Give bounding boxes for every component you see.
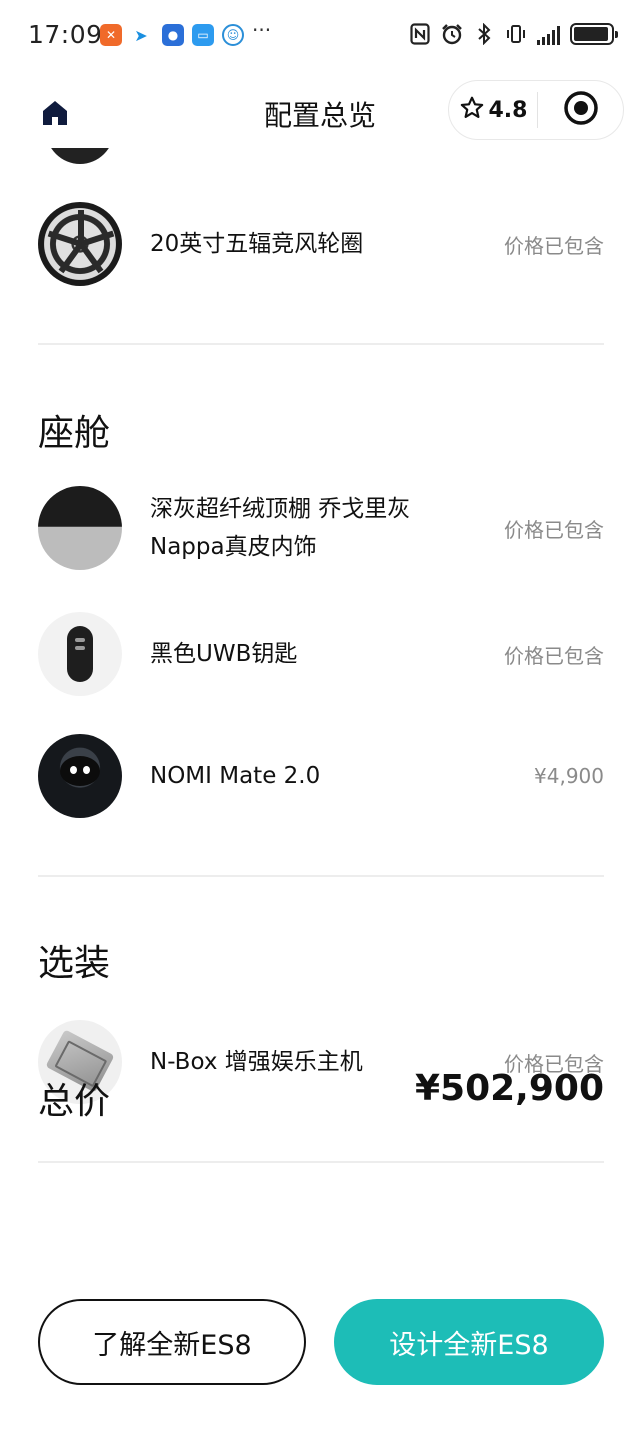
- key-thumbnail: [38, 612, 122, 696]
- close-capsule-button[interactable]: [538, 81, 623, 139]
- section-divider: [38, 343, 604, 345]
- target-icon: [563, 90, 599, 130]
- app-orange-icon: ✕: [100, 24, 122, 46]
- item-name: 深灰超纤绒顶棚 乔戈里灰Nappa真皮内饰: [150, 496, 411, 560]
- status-time: 17:09: [28, 20, 103, 49]
- vibrate-icon: [505, 22, 527, 46]
- chat-bubble-icon: ▭: [192, 24, 214, 46]
- bluetooth-icon: [473, 22, 495, 46]
- mini-program-capsule: 4.8: [448, 80, 624, 140]
- battery-icon: [570, 23, 618, 45]
- item-name: 黑色UWB钥匙: [150, 641, 298, 667]
- app-face-icon: ☺: [222, 24, 244, 46]
- star-icon: [459, 95, 485, 125]
- learn-es8-button[interactable]: 了解全新ES8: [38, 1299, 306, 1385]
- section-title-options: 选装: [38, 943, 111, 984]
- previous-item-thumbnail: [46, 148, 114, 164]
- item-price: 价格已包含: [504, 233, 604, 258]
- item-price: 价格已包含: [504, 643, 604, 668]
- signal-icon: [537, 23, 560, 45]
- rating-value: 4.8: [488, 97, 528, 123]
- item-price: 价格已包含: [504, 517, 604, 542]
- app-blue-circle-icon: ●: [162, 24, 184, 46]
- alarm-icon: [441, 22, 463, 46]
- design-es8-button[interactable]: 设计全新ES8: [334, 1299, 604, 1385]
- header: 配置总览 4.8: [0, 72, 640, 148]
- list-item-interior: 深灰超纤绒顶棚 乔戈里灰Nappa真皮内饰 价格已包含: [38, 486, 604, 570]
- list-item-nomi: NOMI Mate 2.0 ¥4,900: [38, 734, 604, 818]
- nomi-thumbnail: [38, 734, 122, 818]
- battery-level: [574, 27, 609, 41]
- wheel-thumbnail: [38, 202, 122, 286]
- nfc-icon: [409, 22, 431, 46]
- section-divider: [38, 875, 604, 877]
- item-name: 20英寸五辐竞风轮圈: [150, 231, 364, 257]
- status-right: [409, 22, 618, 46]
- more-notifications-icon: ···: [252, 18, 272, 42]
- item-name: NOMI Mate 2.0: [150, 763, 321, 789]
- list-item-key: 黑色UWB钥匙 价格已包含: [38, 612, 604, 696]
- interior-thumbnail: [38, 486, 122, 570]
- total-price: ¥502,900: [414, 1068, 604, 1109]
- section-title-cabin: 座舱: [38, 413, 111, 454]
- rating-button[interactable]: 4.8: [449, 81, 537, 139]
- total-label: 总价: [38, 1081, 111, 1122]
- status-bar: 17:09 ✕ ➤ ● ▭ ☺ ···: [0, 0, 640, 72]
- list-item-wheel: 20英寸五辐竞风轮圈 价格已包含: [38, 202, 604, 286]
- section-divider: [38, 1161, 604, 1163]
- item-price: ¥4,900: [534, 764, 604, 788]
- app-bird-icon: ➤: [130, 24, 152, 46]
